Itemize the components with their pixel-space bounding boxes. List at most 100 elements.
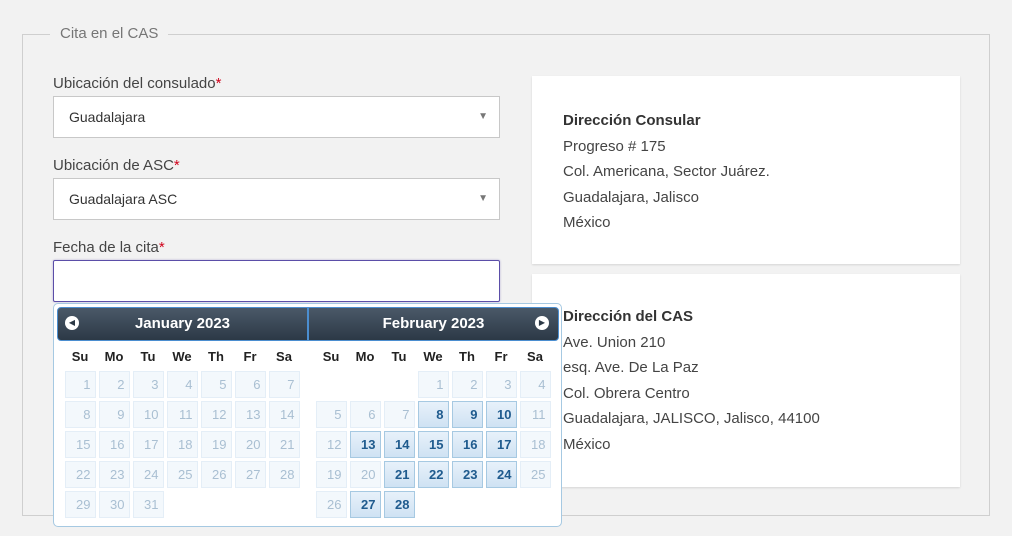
calendar-day-disabled: 4 [166,371,198,398]
calendar-day-disabled: 25 [166,461,198,488]
calendar-day-available[interactable]: 16 [451,431,483,458]
calendar-day-disabled: 22 [64,461,96,488]
asc-location-value: Guadalajara ASC [69,191,178,207]
calendar-day-disabled: 28 [268,461,300,488]
calendar-day-empty [235,491,266,518]
calendar-grid-february: Su Mo Tu We Th Fr Sa 1 2 3 4 5 6 7 8 9 10 11 12 13 14 15 16 17 1… [314,345,552,519]
calendar-day-available[interactable]: 28 [383,491,415,518]
weekday-label: Tu [391,349,407,364]
weekday-label: Th [208,349,224,364]
consular-address-line: México [563,214,611,231]
calendar-day-disabled: 2 [98,371,130,398]
cas-address-line: México [563,435,611,453]
calendar-day-available[interactable]: 13 [349,431,381,458]
consular-address-title: Dirección Consular [563,112,701,129]
calendar-day-disabled: 26 [315,491,347,518]
calendar-day-disabled: 2 [451,371,483,398]
calendar-day-disabled: 30 [98,491,130,518]
consular-address-card: Dirección Consular Progreso # 175 Col. A… [532,76,960,264]
calendar-week-row: 1234567 [63,369,301,399]
calendar-day-disabled: 29 [64,491,96,518]
calendar-day-disabled: 18 [166,431,198,458]
calendar-day-available[interactable]: 17 [485,431,517,458]
calendar-day-disabled: 14 [268,401,300,428]
weekday-label: We [423,349,443,364]
calendar-day-disabled: 12 [200,401,232,428]
weekday-label: Th [459,349,475,364]
calendar-day-disabled: 5 [315,401,347,428]
calendar-day-available[interactable]: 23 [451,461,483,488]
calendar-day-disabled: 5 [200,371,232,398]
calendar-day-disabled: 20 [349,461,381,488]
calendar-day-disabled: 1 [64,371,96,398]
calendar-day-empty [418,491,449,518]
weekday-label: Sa [276,349,292,364]
calendar-day-empty [452,491,483,518]
calendar-day-disabled: 8 [64,401,96,428]
calendar-day-disabled: 19 [200,431,232,458]
calendar-week-row: 5 6 7 8 9 10 11 [314,399,552,429]
calendar-day-available[interactable]: 9 [451,401,483,428]
month-title: January 2023 [134,315,231,332]
consulate-location-label: Ubicación del consulado* [53,75,222,92]
calendar-week-row: 29 30 31 [63,489,301,519]
calendar-week-row: 15 16 17 18 19 20 21 [63,429,301,459]
calendar-day-disabled: 31 [132,491,164,518]
prev-month-icon[interactable]: ◀ [65,316,79,330]
calendar-day-disabled: 4 [519,371,551,398]
dropdown-caret-icon: ▼ [478,111,488,122]
weekday-label: Fr [243,349,257,364]
calendar-day-empty [201,491,232,518]
asc-location-label: Ubicación de ASC* [53,157,180,174]
calendar-day-empty [269,491,300,518]
month-title: February 2023 [382,315,485,332]
calendar-day-disabled: 7 [268,371,300,398]
calendar-day-empty [520,491,551,518]
calendar-day-disabled: 19 [315,461,347,488]
calendar-day-disabled: 1 [417,371,449,398]
calendar-day-disabled: 26 [200,461,232,488]
calendar-day-disabled: 21 [268,431,300,458]
weekday-label: Tu [140,349,156,364]
appointment-date-input[interactable] [53,260,500,302]
month-header-january: ◀ January 2023 [57,307,308,341]
cas-address-line: Ave. Union 210 [563,333,666,351]
next-month-icon[interactable]: ▶ [535,316,549,330]
required-asterisk: * [158,239,165,256]
consulate-location-select[interactable]: Guadalajara ▼ [53,96,500,138]
calendar-day-available[interactable]: 8 [417,401,449,428]
calendar-day-available[interactable]: 21 [383,461,415,488]
calendar-day-available[interactable]: 14 [383,431,415,458]
asc-location-select[interactable]: Guadalajara ASC ▼ [53,178,500,220]
required-asterisk: * [173,157,180,174]
calendar-day-disabled: 24 [132,461,164,488]
calendar-day-disabled: 18 [519,431,551,458]
cas-address-card: Dirección del CAS Ave. Union 210 esq. Av… [532,274,960,487]
calendar-week-row: 1234 [314,369,552,399]
consular-address-line: Col. Americana, Sector Juárez. [563,163,770,180]
month-header-february: February 2023 ▶ [308,307,559,341]
appointment-date-label: Fecha de la cita* [53,239,165,256]
calendar-day-available[interactable]: 15 [417,431,449,458]
fieldset-legend: Cita en el CAS [50,24,169,44]
calendar-day-disabled: 16 [98,431,130,458]
weekday-header-row: Su Mo Tu We Th Fr Sa [63,345,301,369]
calendar-day-disabled: 11 [519,401,551,428]
cas-address-line: Col. Obrera Centro [563,384,690,402]
calendar-day-available[interactable]: 24 [485,461,517,488]
calendar-day-disabled: 23 [98,461,130,488]
calendar-day-empty [167,491,198,518]
cas-address-title: Dirección del CAS [563,308,694,325]
weekday-label: Su [322,349,340,364]
calendar-day-available[interactable]: 22 [417,461,449,488]
consular-address-line: Progreso # 175 [563,137,666,155]
calendar-grid-january: Su Mo Tu We Th Fr Sa 1 2 3 4 5 6 7 8 9 10 11 12 13 14 15 16 17 1… [63,345,301,519]
cas-address-line: esq. Ave. De La Paz [563,359,699,376]
calendar-day-available[interactable]: 10 [485,401,517,428]
calendar-week-row: 8 9 10 11 12 13 14 [63,399,301,429]
calendar-day-available[interactable]: 27 [349,491,381,518]
calendar-day-disabled: 7 [383,401,415,428]
weekday-label: Su [71,349,89,364]
calendar-day-empty [486,491,517,518]
consulate-location-value: Guadalajara [69,109,146,125]
